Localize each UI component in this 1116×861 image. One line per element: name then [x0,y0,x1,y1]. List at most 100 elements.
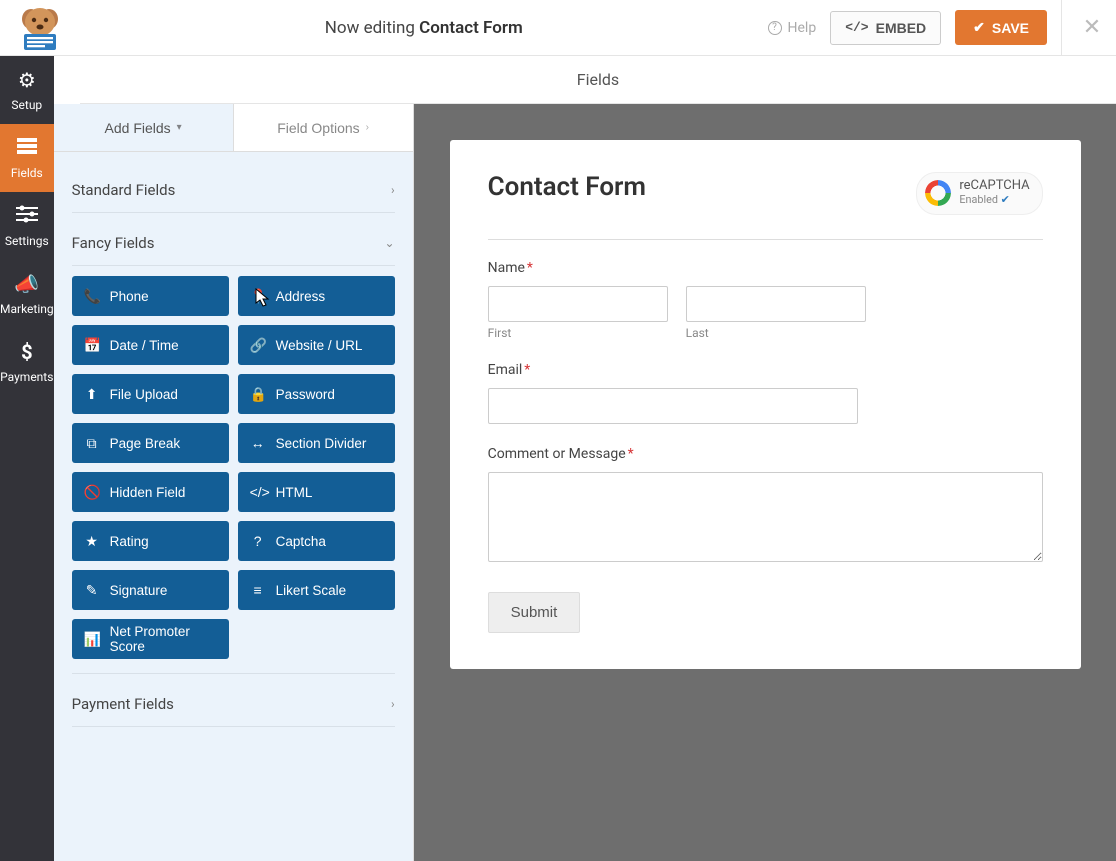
submit-button[interactable]: Submit [488,592,581,633]
field-phone[interactable]: 📞Phone [72,276,229,316]
field-rating[interactable]: ★ Rating [72,521,229,561]
tab-field-options-label: Field Options [277,120,359,136]
embed-icon: </> [845,20,868,35]
recaptcha-icon [925,180,951,206]
field-page-break[interactable]: ⧉Page Break [72,423,229,463]
recaptcha-label: reCAPTCHA [959,179,1029,193]
form-title: Contact Form [488,172,646,202]
tab-add-fields[interactable]: Add Fields ▾ [54,104,233,151]
section-payment-fields[interactable]: Payment Fields › [72,684,395,724]
net-promoter-score-icon: 📊 [84,631,100,648]
help-link[interactable]: ? Help [768,20,817,36]
embed-label: EMBED [876,20,927,36]
field-password[interactable]: 🔒 Password [238,374,395,414]
signature-icon: ✎ [84,582,100,599]
list-icon [16,136,38,160]
required-asterisk: * [527,260,533,276]
check-icon: ✔ [973,19,985,36]
chevron-right-icon: › [391,183,395,197]
chevron-down-icon: ▾ [177,122,182,133]
section-payment-label: Payment Fields [72,695,174,713]
chevron-right-icon: › [391,697,395,711]
section-divider-icon: ↔ [250,435,266,451]
field-label: Date / Time [110,338,179,353]
field-net-promoter-score[interactable]: 📊 Net Promoter Score [72,619,229,659]
message-textarea[interactable] [488,472,1043,562]
rating-icon: ★ [84,533,100,550]
field-website-url[interactable]: 🔗Website / URL [238,325,395,365]
tab-field-options[interactable]: Field Options › [233,104,413,151]
nav-settings[interactable]: Settings [0,192,54,260]
recaptcha-badge[interactable]: reCAPTCHA Enabled ✔ [916,172,1042,215]
section-standard-fields[interactable]: Standard Fields › [72,170,395,210]
required-asterisk: * [628,446,634,462]
nav-setup[interactable]: ⚙ Setup [0,56,54,124]
field-label: Rating [110,534,149,549]
save-label: SAVE [992,20,1029,36]
nav-fields[interactable]: Fields [0,124,54,192]
nav-settings-label: Settings [5,234,49,248]
field-file-upload[interactable]: ⬆ File Upload [72,374,229,414]
first-sublabel: First [488,326,668,340]
close-button[interactable]: ✕ [1076,15,1108,40]
phone-icon: 📞 [84,288,100,305]
field-label: File Upload [110,387,178,402]
embed-button[interactable]: </> EMBED [830,11,941,45]
nav-payments[interactable]: $ Payments [0,328,54,396]
field-captcha[interactable]: ?Captcha [238,521,395,561]
field-address[interactable]: 📍 Address [238,276,395,316]
help-label: Help [788,20,817,36]
field-html[interactable]: </> HTML [238,472,395,512]
address-icon: 📍 [250,288,266,305]
field-label: Page Break [110,436,181,451]
email-label: Email* [488,362,1043,378]
field-hidden-field[interactable]: 🚫 Hidden Field [72,472,229,512]
sliders-icon [16,204,38,228]
field-label: Password [276,387,335,402]
submit-label: Submit [511,604,558,621]
nav-fields-label: Fields [11,166,43,180]
date-time-icon: 📅 [84,337,100,354]
save-button[interactable]: ✔ SAVE [955,10,1047,45]
section-fancy-label: Fancy Fields [72,234,155,252]
divider [72,265,395,266]
file-upload-icon: ⬆ [84,386,100,403]
app-logo [0,0,80,56]
field-section-divider[interactable]: ↔ Section Divider [238,423,395,463]
megaphone-icon: 📣 [14,272,39,296]
field-label: Hidden Field [110,485,186,500]
hidden-field-icon: 🚫 [84,484,100,501]
divider [488,239,1043,240]
field-likert-scale[interactable]: ≡Likert Scale [238,570,395,610]
website-url-icon: 🔗 [250,337,266,354]
form-preview: Contact Form reCAPTCHA Enabled ✔ Name* [450,140,1081,669]
field-label: Address [276,289,326,304]
nav-marketing-label: Marketing [0,302,54,316]
password-icon: 🔒 [250,386,266,403]
chevron-down-icon: ⌄ [385,236,395,250]
divider [72,212,395,213]
section-standard-label: Standard Fields [72,181,176,199]
section-fancy-fields[interactable]: Fancy Fields ⌄ [72,223,395,263]
chevron-right-icon: › [366,122,369,133]
email-input[interactable] [488,388,858,424]
field-label: HTML [276,485,313,500]
close-icon: ✕ [1083,15,1101,40]
form-name[interactable]: Contact Form [419,18,523,38]
field-label: Section Divider [276,436,367,451]
field-label: Captcha [276,534,326,549]
field-signature[interactable]: ✎Signature [72,570,229,610]
recaptcha-status: Enabled [959,193,998,206]
editing-title: Now editing Contact Form [80,18,768,38]
tab-add-fields-label: Add Fields [105,120,171,136]
html-icon: </> [250,484,266,500]
gear-icon: ⚙ [18,68,36,92]
nav-marketing[interactable]: 📣 Marketing [0,260,54,328]
nav-setup-label: Setup [11,98,42,112]
last-name-input[interactable] [686,286,866,322]
verified-icon: ✔ [1001,193,1010,206]
first-name-input[interactable] [488,286,668,322]
field-label: Net Promoter Score [110,624,217,654]
field-date-time[interactable]: 📅 Date / Time [72,325,229,365]
editing-prefix: Now editing [325,18,415,38]
